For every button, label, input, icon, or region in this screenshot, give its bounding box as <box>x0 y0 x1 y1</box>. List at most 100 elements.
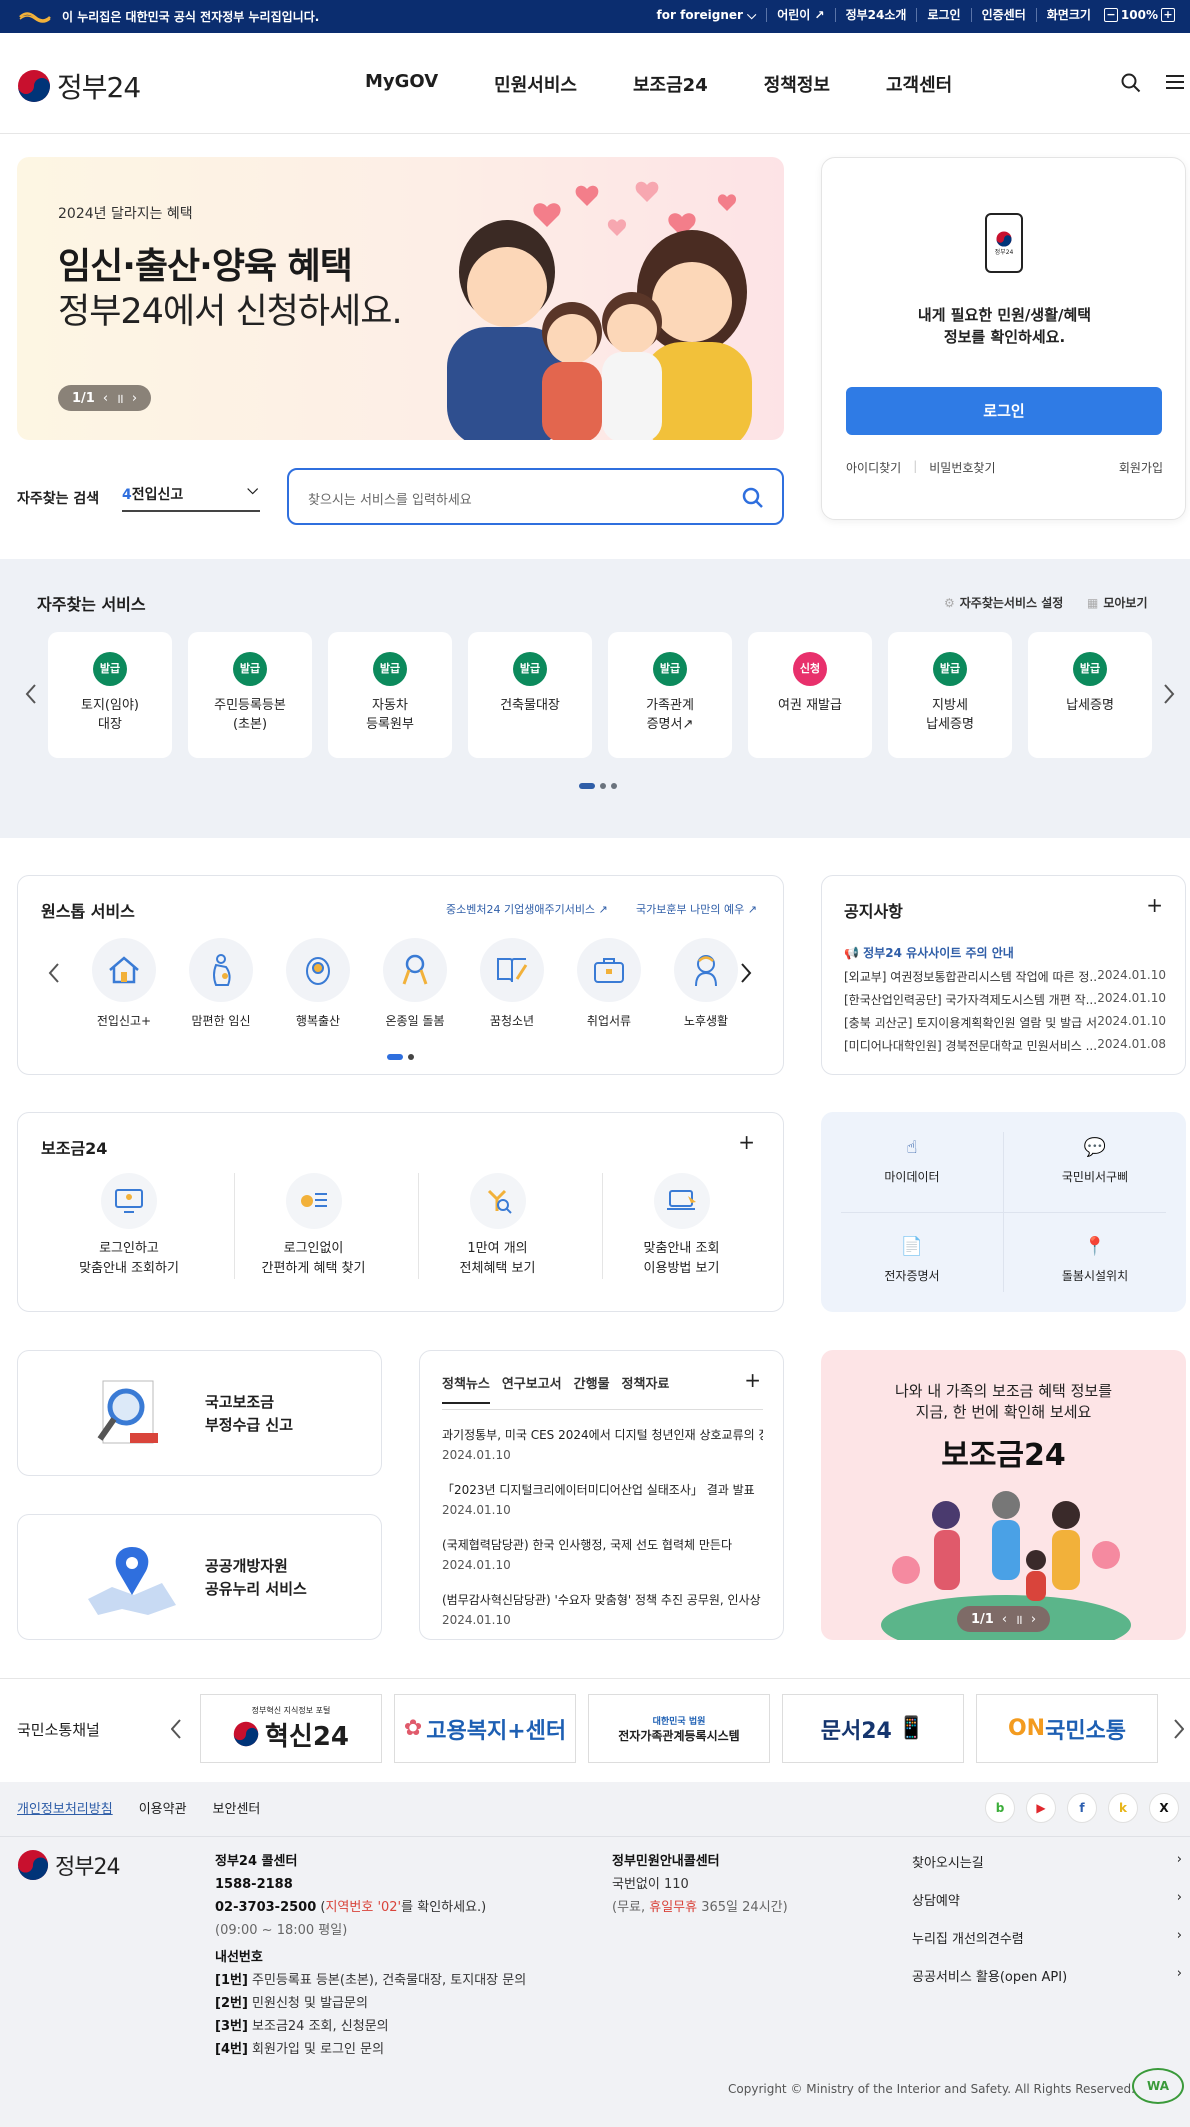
subsidy24-more-button[interactable]: + <box>738 1130 755 1154</box>
frequent-settings-button[interactable]: ⚙ 자주찾는서비스 설정 <box>944 594 1063 611</box>
notice-item[interactable]: [미디어나대학인원] 경북전문대학교 민원서비스 ... 2024.01.08 <box>844 1037 1166 1060</box>
onestop-item-senior[interactable]: 노후생활 <box>658 938 754 1029</box>
open-api-link[interactable]: 공공서비스 활용(open API) › <box>912 1966 1182 2004</box>
subsidy-promo-banner[interactable]: 나와 내 가족의 보조금 혜택 정보를 지금, 한 번에 확인해 보세요 보조금2… <box>821 1350 1186 1640</box>
pause-icon[interactable]: ॥ <box>1015 1610 1023 1628</box>
nav-policy-info[interactable]: 정책정보 <box>764 71 830 97</box>
search-box[interactable]: 찾으시는 서비스를 입력하세요 <box>287 468 784 525</box>
about-link[interactable]: 정부24소개 <box>834 8 917 22</box>
onestop-item-move[interactable]: 전입신고+ <box>76 938 172 1029</box>
news-item[interactable]: (범무감사혁신담당관) '수요자 맞춤형' 정책 추진 공무원, 인사상 ...… <box>442 1590 763 1645</box>
service-card[interactable]: 발급 자동차 등록원부 <box>328 632 452 758</box>
hero-banner[interactable]: 2024년 달라지는 혜택 임신·출산·양육 혜택 정부24에서 신청하세요. … <box>17 157 784 440</box>
kakao-icon[interactable]: k <box>1108 1793 1138 1823</box>
view-all-button[interactable]: ▦ 모아보기 <box>1087 594 1148 611</box>
facebook-icon[interactable]: f <box>1067 1793 1097 1823</box>
news-item[interactable]: (국제협력담당관) 한국 인사행정, 국제 선도 협력체 만든다 2024.01.… <box>442 1535 763 1590</box>
kids-link[interactable]: 어린이 ↗ <box>766 8 834 22</box>
frequent-search-select[interactable]: 4전입신고 ⌵ <box>122 482 260 512</box>
veterans-link[interactable]: 국가보훈부 나만의 예우 ↗ <box>636 901 757 917</box>
login-button[interactable]: 로그인 <box>846 387 1162 435</box>
prev-arrow-icon[interactable] <box>25 683 37 705</box>
prev-arrow-icon[interactable] <box>171 1719 181 1739</box>
notice-item[interactable]: [외교부] 여권정보통합관리시스템 작업에 따른 정... 2024.01.10 <box>844 968 1166 991</box>
service-card[interactable]: 발급 가족관계 증명서↗ <box>608 632 732 758</box>
join-link[interactable]: 회원가입 <box>1119 459 1163 476</box>
nav-civil-service[interactable]: 민원서비스 <box>494 71 577 97</box>
nav-mygov[interactable]: MyGOV <box>365 71 438 97</box>
onestop-item-youth[interactable]: 꿈청소년 <box>464 938 560 1029</box>
family-registry-banner[interactable]: 대한민국 법원 전자가족관계등록시스템 <box>588 1694 770 1763</box>
service-card[interactable]: 발급 납세증명 <box>1028 632 1152 758</box>
directions-link[interactable]: 찾아오시는길 › <box>912 1852 1182 1890</box>
terms-link[interactable]: 이용약관 <box>139 1798 187 1817</box>
prev-arrow-icon[interactable] <box>48 962 60 984</box>
subsidy-item-login[interactable]: 로그인하고 맞춤안내 조회하기 <box>50 1173 208 1279</box>
pause-icon[interactable]: ॥ <box>116 389 124 407</box>
tab-publication[interactable]: 간행물 <box>574 1373 610 1404</box>
policy-more-button[interactable]: + <box>744 1368 761 1392</box>
privacy-policy-link[interactable]: 개인정보처리방침 <box>17 1798 113 1817</box>
carousel-dots[interactable] <box>579 777 622 793</box>
search-submit-icon[interactable] <box>742 487 764 509</box>
mydata-link[interactable]: ☝ 마이데이터 <box>821 1137 1003 1185</box>
feedback-link[interactable]: 누리집 개선의견수렴 › <box>912 1928 1182 1966</box>
nav-customer-center[interactable]: 고객센터 <box>886 71 952 97</box>
onestop-item-care[interactable]: 온종일 돌봄 <box>367 938 463 1029</box>
news-item[interactable]: 과기정통부, 미국 CES 2024에서 디지털 청년인재 상호교류의 장 ..… <box>442 1425 763 1480</box>
nav-subsidy24[interactable]: 보조금24 <box>633 71 708 97</box>
service-card[interactable]: 신청 여권 재발급 <box>748 632 872 758</box>
notice-more-button[interactable]: + <box>1146 893 1163 917</box>
notice-item[interactable]: [충북 괴산군] 토지이용계획확인원 열람 및 발급 서... 2024.01.1… <box>844 1014 1166 1037</box>
service-card[interactable]: 발급 건축물대장 <box>468 632 592 758</box>
next-slide-icon[interactable]: › <box>132 391 137 406</box>
subsidy-fraud-report-card[interactable]: 국고보조금 부정수급 신고 <box>17 1350 382 1476</box>
x-twitter-icon[interactable]: X <box>1149 1793 1179 1823</box>
service-card[interactable]: 발급 토지(임야) 대장 <box>48 632 172 758</box>
foreigner-link[interactable]: for foreigner ⌵ <box>647 8 767 22</box>
find-id-link[interactable]: 아이디찾기 <box>846 459 901 476</box>
onestop-item-employment[interactable]: 취업서류 <box>561 938 657 1029</box>
sme-link[interactable]: 중소벤처24 기업생애주기서비스 ↗ <box>446 901 608 917</box>
subsidy-item-guide[interactable]: 맞춤안내 조회 이용방법 보기 <box>602 1173 760 1279</box>
prev-slide-icon[interactable]: ‹ <box>103 391 108 406</box>
gov-secretary-link[interactable]: 💬 국민비서구삐 <box>1004 1137 1186 1185</box>
find-password-link[interactable]: 비밀번호찾기 <box>929 459 995 476</box>
top-login-link[interactable]: 로그인 <box>916 8 970 22</box>
next-arrow-icon[interactable] <box>1174 1719 1184 1739</box>
security-center-link[interactable]: 보안센터 <box>213 1798 261 1817</box>
tab-research-report[interactable]: 연구보고서 <box>502 1373 562 1404</box>
onestop-item-pregnancy[interactable]: 맘편한 임신 <box>173 938 269 1029</box>
public-resource-card[interactable]: 공공개방자원 공유누리 서비스 <box>17 1514 382 1640</box>
news-item[interactable]: 「2023년 디지털크리에이터미디어산업 실태조사」 결과 발표 2024.01.… <box>442 1480 763 1535</box>
next-arrow-icon[interactable] <box>1163 683 1175 705</box>
prev-slide-icon[interactable]: ‹ <box>1002 1612 1007 1627</box>
youtube-icon[interactable]: ▶ <box>1026 1793 1056 1823</box>
search-icon[interactable] <box>1121 73 1141 93</box>
subsidy-item-no-login[interactable]: 로그인없이 간편하게 혜택 찾기 <box>234 1173 392 1279</box>
blog-icon[interactable]: b <box>985 1793 1015 1823</box>
document24-banner[interactable]: 문서24 📱 <box>782 1694 964 1763</box>
carousel-dots[interactable] <box>387 1048 419 1064</box>
employment-welfare-banner[interactable]: ✿ 고용복지+센터 <box>394 1694 576 1763</box>
notice-item[interactable]: [한국산업인력공단] 국가자격제도시스템 개편 작... 2024.01.10 <box>844 991 1166 1014</box>
site-logo[interactable]: 정부24 <box>17 66 141 106</box>
service-card[interactable]: 발급 주민등록등본 (초본) <box>188 632 312 758</box>
national-communication-banner[interactable]: ON 국민소통 <box>976 1694 1158 1763</box>
care-facility-link[interactable]: 📍 돌봄시설위치 <box>1004 1236 1186 1284</box>
notice-highlight-link[interactable]: 📢 정부24 유사사이트 주의 안내 <box>844 944 1014 961</box>
tab-policy-data[interactable]: 정책자료 <box>622 1373 670 1404</box>
search-input[interactable]: 찾으시는 서비스를 입력하세요 <box>308 489 472 508</box>
zoom-out-button[interactable]: − <box>1103 8 1118 22</box>
menu-icon[interactable] <box>1166 74 1184 90</box>
onestop-item-birth[interactable]: 행복출산 <box>270 938 366 1029</box>
cert-center-link[interactable]: 인증센터 <box>970 8 1036 22</box>
e-certificate-link[interactable]: 📄 전자증명서 <box>821 1236 1003 1284</box>
service-card[interactable]: 발급 지방세 납세증명 <box>888 632 1012 758</box>
consult-reservation-link[interactable]: 상담예약 › <box>912 1890 1182 1928</box>
next-slide-icon[interactable]: › <box>1031 1612 1036 1627</box>
innovation24-banner[interactable]: 정부혁신 지식정보 포털 혁신24 <box>200 1694 382 1763</box>
tab-policy-news[interactable]: 정책뉴스 <box>442 1373 490 1404</box>
zoom-in-button[interactable]: + <box>1161 8 1175 22</box>
subsidy-item-all[interactable]: 1만여 개의 전체혜택 보기 <box>418 1173 576 1279</box>
